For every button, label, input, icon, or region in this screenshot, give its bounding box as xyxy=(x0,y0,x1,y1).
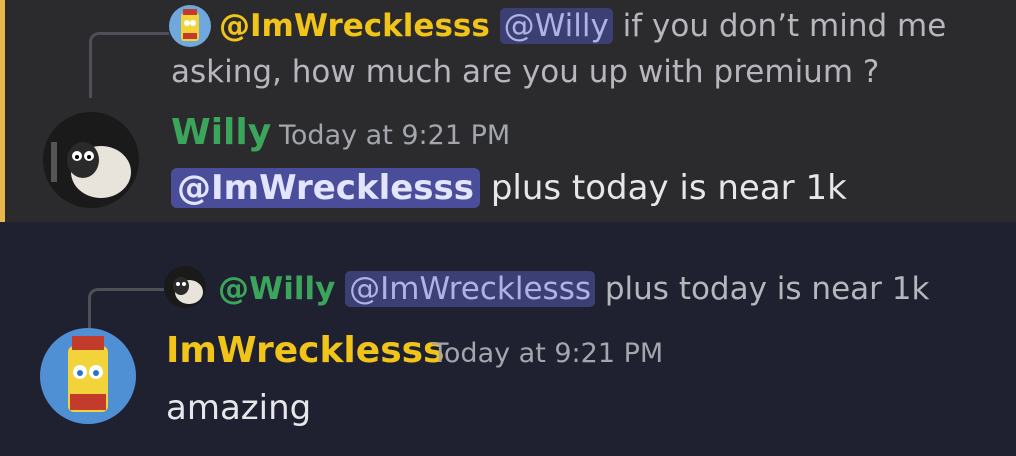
timestamp[interactable]: Today at 9:21 PM xyxy=(279,120,510,151)
mention-pill[interactable]: @ImWrecklesss xyxy=(171,168,481,208)
message-text: plus today is near 1k xyxy=(480,168,847,208)
message-wrecklesss: @Willy @ImWrecklesss plus today is near … xyxy=(0,222,1016,456)
timestamp[interactable]: Today at 9:21 PM xyxy=(432,338,663,369)
willy-avatar-icon[interactable] xyxy=(43,112,139,208)
reply-text: plus today is near 1k xyxy=(595,271,930,307)
reply-line1: if you don’t mind me xyxy=(612,8,947,44)
reply-preview[interactable]: @Willy @ImWrecklesss plus today is near … xyxy=(218,267,929,311)
message-text: amazing xyxy=(166,388,312,428)
reply-preview[interactable]: @ImWrecklesss @Willy if you don’t mind m… xyxy=(219,4,946,48)
message-willy: @ImWrecklesss @Willy if you don’t mind m… xyxy=(0,0,1016,222)
username-wrecklesss[interactable]: ImWrecklesss xyxy=(166,330,444,371)
reply-mention[interactable]: @ImWrecklesss xyxy=(345,271,596,307)
message-content: @ImWrecklesss plus today is near 1k xyxy=(171,168,847,208)
reply-author[interactable]: @Willy xyxy=(218,271,335,307)
reply-author[interactable]: @ImWrecklesss xyxy=(219,8,490,44)
reply-avatar-icon[interactable] xyxy=(164,266,206,308)
username-willy[interactable]: Willy xyxy=(171,112,271,153)
reply-connector xyxy=(89,32,169,98)
wreckless-avatar-icon[interactable] xyxy=(40,328,136,424)
reply-mention[interactable]: @Willy xyxy=(499,8,613,44)
reply-avatar-icon[interactable] xyxy=(169,5,211,47)
reply-preview-line2: asking, how much are you up with premium… xyxy=(171,54,880,90)
reply-connector xyxy=(88,288,164,328)
